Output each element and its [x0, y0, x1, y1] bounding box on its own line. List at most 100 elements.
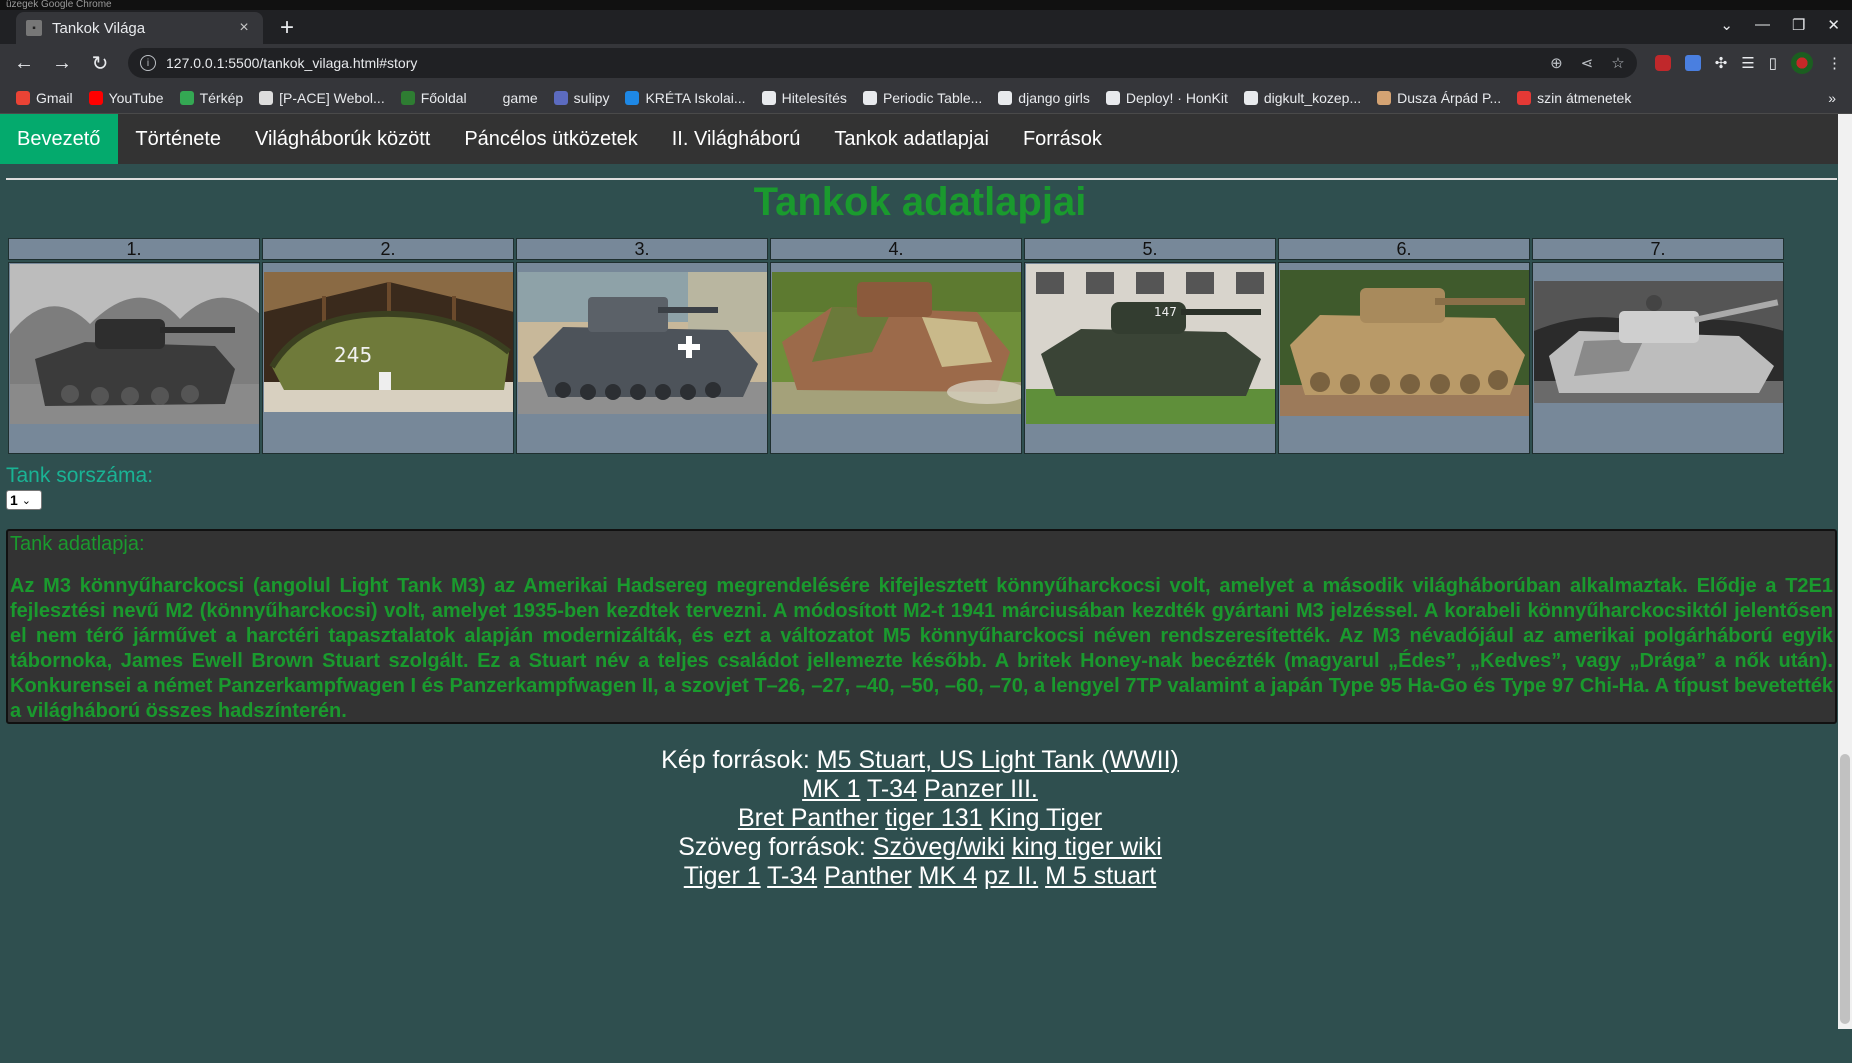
bookmark-favicon-icon [1377, 90, 1392, 105]
bookmark-item[interactable]: Periodic Table... [862, 89, 983, 106]
site-navigation: Bevezető Története Világháborúk között Pánc… [0, 114, 1852, 164]
source-link[interactable]: MK 1 [802, 775, 860, 803]
forward-arrow-icon[interactable]: → [48, 49, 76, 77]
menu-kebab-icon[interactable]: ⋮ [1827, 54, 1842, 72]
tank-select-value: 1 [10, 492, 18, 508]
tank-favicon-icon: ▪ [26, 20, 42, 36]
translate-icon[interactable] [1684, 55, 1701, 71]
bookmark-label: szin átmenetek [1537, 89, 1632, 106]
bookmark-label: django girls [1018, 89, 1090, 106]
bookmark-favicon-icon [179, 90, 194, 105]
chevron-down-icon: ⌄ [21, 494, 32, 507]
bookmark-label: digkult_kozep... [1263, 89, 1362, 106]
bookmark-item[interactable]: Deploy! · HonKit [1105, 90, 1228, 106]
tank-image-cell-4 [770, 262, 1022, 454]
source-link[interactable]: Tiger 1 [684, 862, 761, 890]
bookmark-item[interactable]: KRÉTA Iskolai... [625, 90, 746, 106]
window-controls: ⌄ — ❐ ✕ [1720, 16, 1840, 34]
bookmark-item[interactable]: Főoldal [400, 89, 467, 106]
address-bar[interactable]: i 127.0.0.1:5500/tankok_vilaga.html#stor… [128, 48, 1637, 78]
bookmark-item[interactable]: sulipy [553, 90, 609, 106]
ublock-icon[interactable] [1654, 55, 1671, 71]
new-tab-button[interactable]: + [271, 12, 303, 44]
bookmark-item[interactable]: szin átmenetek [1517, 90, 1631, 106]
tank-image-cell-1 [8, 262, 260, 454]
source-link[interactable]: M5 Stuart, US Light Tank (WWII) [817, 746, 1179, 774]
restore-icon[interactable]: ❐ [1792, 16, 1805, 34]
sources-label: Szöveg források: [678, 833, 866, 861]
source-link[interactable]: King Tiger [990, 804, 1103, 832]
bookmark-item[interactable]: Gmail [16, 90, 73, 106]
source-link[interactable]: tiger 131 [885, 804, 982, 832]
profile-avatar[interactable] [1791, 52, 1813, 74]
puzzle-extensions-icon[interactable]: ✣ [1715, 54, 1728, 72]
bookmark-item[interactable]: Térkép [179, 90, 243, 106]
bookmark-favicon-icon [16, 90, 30, 105]
bookmark-item[interactable]: Dusza Árpád P... [1377, 90, 1501, 106]
back-arrow-icon[interactable]: ← [10, 49, 38, 77]
page-scrollbar[interactable] [1838, 114, 1852, 1029]
tank-gallery-table: 1. 2. 3. 4. 5. 6. 7. 245 147 [6, 236, 1786, 456]
bookmark-favicon-icon [482, 90, 497, 105]
side-panel-icon[interactable]: ▯ [1769, 54, 1777, 72]
source-link[interactable]: pz II. [984, 862, 1038, 890]
bookmark-item[interactable]: game [482, 90, 538, 106]
bookmark-item[interactable]: YouTube [88, 89, 164, 106]
page-title: Tankok adatlapjai [753, 180, 1087, 224]
browser-tab[interactable]: ▪ Tankok Világa × [16, 12, 263, 44]
scrollbar-thumb[interactable] [1840, 754, 1850, 1024]
source-link[interactable]: M 5 stuart [1045, 862, 1156, 890]
tank-image-cell-3 [516, 262, 768, 454]
star-bookmark-icon[interactable]: ☆ [1611, 54, 1624, 72]
browser-tab-strip: ▪ Tankok Világa × + ⌄ — ❐ ✕ [0, 10, 1852, 44]
svg-text:245: 245 [334, 343, 372, 367]
share-icon[interactable]: ⋖ [1581, 54, 1594, 72]
tank-number-select[interactable]: 1 ⌄ [6, 490, 42, 510]
source-link[interactable]: Szöveg/wiki [873, 833, 1005, 861]
browser-toolbar: ← → ↻ i 127.0.0.1:5500/tankok_vilaga.htm… [0, 44, 1852, 82]
bookmark-favicon-icon [259, 90, 274, 105]
tab-close-icon[interactable]: × [235, 19, 253, 37]
bookmark-label: YouTube [108, 89, 164, 106]
zoom-icon[interactable]: ⊕ [1550, 54, 1563, 72]
bookmark-item[interactable]: Hitelesítés [761, 89, 847, 106]
nav-link-2[interactable]: Története [118, 114, 238, 164]
reading-list-icon[interactable]: ☰ [1741, 54, 1754, 72]
tank-info-box: Tank adatlapja: Az M3 könnyűharckocsi (a… [6, 529, 1837, 724]
nav-link-5[interactable]: II. Világháború [655, 114, 818, 164]
bookmark-label: Dusza Árpád P... [1397, 89, 1502, 106]
bookmark-label: Periodic Table... [882, 89, 983, 106]
bookmarks-bar: Gmail YouTube Térkép [P-ACE] Webol... Főolda… [0, 82, 1852, 114]
source-link[interactable]: king tiger wiki [1012, 833, 1162, 861]
tank-number-cell: 7. [1532, 238, 1784, 260]
bookmark-item[interactable]: digkult_kozep... [1243, 89, 1362, 106]
bookmark-label: Hitelesítés [781, 89, 847, 106]
source-link[interactable]: Panther [824, 862, 912, 890]
source-link[interactable]: Bret Panther [738, 804, 878, 832]
nav-link-7[interactable]: Források [1006, 114, 1119, 164]
bookmark-item[interactable]: django girls [998, 90, 1090, 106]
source-link[interactable]: Panzer III. [924, 775, 1038, 803]
tank-image-cell-7 [1532, 262, 1784, 454]
tank-image-cell-6 [1278, 262, 1530, 454]
nav-link-3[interactable]: Világháborúk között [238, 114, 447, 164]
bookmark-label: Főoldal [420, 89, 467, 106]
tank-photo-mk1: 245 [264, 272, 513, 412]
source-link[interactable]: T-34 [867, 775, 917, 803]
source-link[interactable]: T-34 [767, 862, 817, 890]
nav-link-6[interactable]: Tankok adatlapjai [817, 114, 1006, 164]
minimize-icon[interactable]: — [1755, 16, 1770, 34]
bookmark-item[interactable]: [P-ACE] Webol... [259, 90, 385, 106]
nav-link-1[interactable]: Bevezető [0, 114, 119, 164]
sources-label: Kép források: [661, 746, 810, 774]
bookmarks-overflow-icon[interactable]: » [1828, 90, 1836, 106]
tab-search-icon[interactable]: ⌄ [1720, 16, 1733, 34]
nav-link-4[interactable]: Páncélos ütközetek [447, 114, 654, 164]
url-text[interactable]: 127.0.0.1:5500/tankok_vilaga.html#story [166, 55, 1550, 71]
reload-icon[interactable]: ↻ [86, 49, 114, 77]
site-info-icon[interactable]: i [140, 55, 156, 71]
close-window-icon[interactable]: ✕ [1827, 16, 1840, 34]
os-top-text: üzegek Google Chrome [6, 0, 112, 10]
bookmark-favicon-icon [400, 90, 415, 105]
source-link[interactable]: MK 4 [919, 862, 977, 890]
